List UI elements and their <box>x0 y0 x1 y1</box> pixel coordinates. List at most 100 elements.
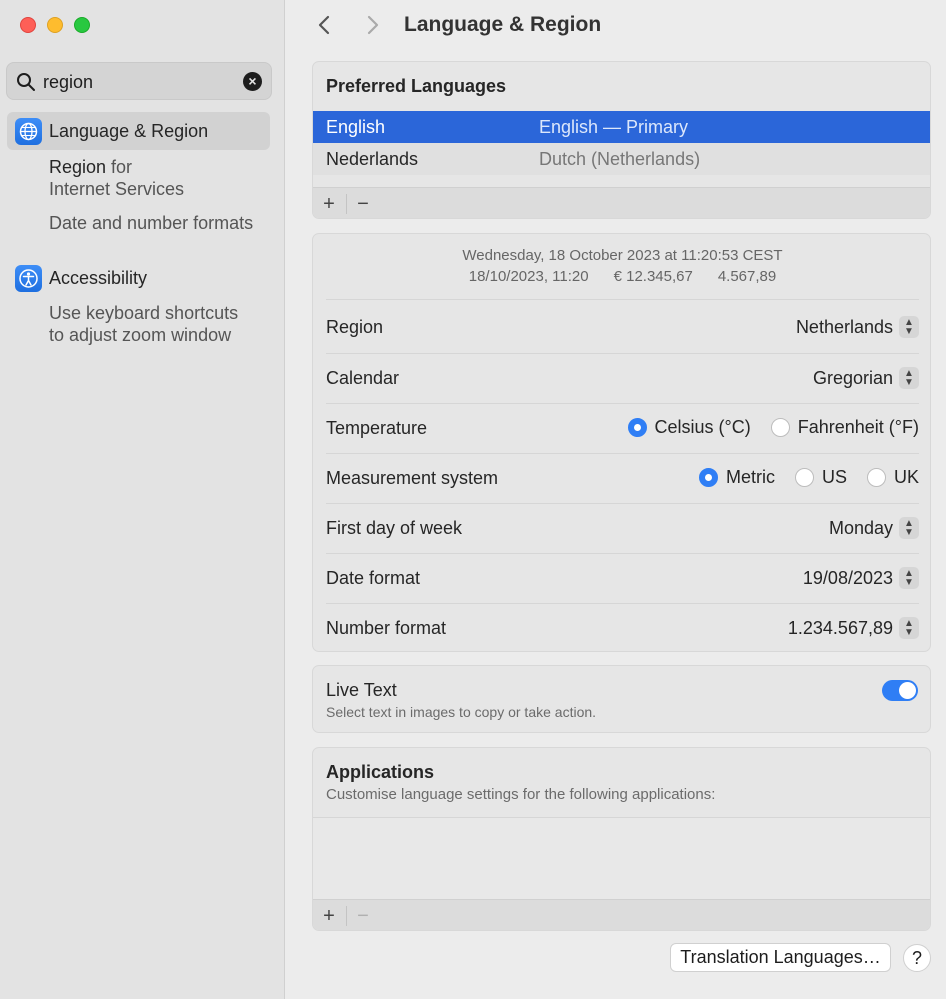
main-pane: Language & Region Preferred Languages En… <box>286 0 946 999</box>
applications-description: Customise language settings for the foll… <box>326 786 716 803</box>
celsius-radio[interactable]: Celsius (°C) <box>627 417 751 438</box>
calendar-popup[interactable]: Gregorian ▲ ▼ <box>813 365 919 391</box>
sidebar-subitem-date-number-formats[interactable]: Date and number formats <box>49 212 253 234</box>
row-label: Date format <box>326 568 421 588</box>
chevron-updown-icon: ▲ ▼ <box>899 517 919 539</box>
radio-dot <box>770 418 790 437</box>
search-field[interactable]: region × <box>6 62 272 100</box>
radio-label: Metric <box>725 467 775 487</box>
language-detail: Dutch (Netherlands) <box>539 149 701 169</box>
live-text-description: Select text in images to copy or take ac… <box>326 704 597 720</box>
chevron-updown-icon: ▲ ▼ <box>899 567 919 589</box>
sidebar-item-accessibility[interactable]: Accessibility <box>7 259 270 297</box>
format-preview-date: Wednesday, 18 October 2023 at 11:20:53 C… <box>462 247 783 264</box>
sidebar-item-label: Accessibility <box>49 268 148 288</box>
globe-icon <box>15 118 42 145</box>
zoom-window-button[interactable] <box>74 17 90 33</box>
fahrenheit-radio[interactable]: Fahrenheit (°F) <box>770 417 919 438</box>
chevron-updown-icon: ▲ ▼ <box>899 617 919 639</box>
applications-card: Applications Customise language settings… <box>312 747 931 931</box>
chevron-updown-icon: ▲ ▼ <box>899 367 919 389</box>
row-label: Temperature <box>326 418 428 438</box>
metric-radio[interactable]: Metric <box>698 467 775 488</box>
clear-search-icon[interactable]: × <box>243 72 262 91</box>
subitem-text: Use keyboard shortcuts <box>49 303 239 323</box>
live-text-card: Live Text Select text in images to copy … <box>312 665 931 733</box>
remove-application-button[interactable]: − <box>348 903 378 929</box>
radio-label: Celsius (°C) <box>654 417 751 437</box>
row-label: Calendar <box>326 368 400 388</box>
radio-dot <box>627 418 647 437</box>
chevron-left-icon <box>318 15 330 35</box>
applications-toolbar: + − <box>313 899 930 930</box>
accessibility-icon <box>15 265 42 292</box>
us-radio[interactable]: US <box>794 467 847 488</box>
section-title: Applications <box>326 762 435 782</box>
radio-label: Fahrenheit (°F) <box>797 417 919 437</box>
sidebar-item-language-region[interactable]: Language & Region <box>7 112 270 150</box>
number-format-popup[interactable]: 1.234.567,89 ▲ ▼ <box>788 615 919 641</box>
remove-language-button[interactable]: − <box>348 191 378 217</box>
popup-value: Gregorian <box>812 367 893 388</box>
number-format-row: Number format 1.234.567,89 ▲ ▼ <box>326 603 919 651</box>
subitem-text: Date and number formats <box>49 213 254 233</box>
temperature-radio-group: Celsius (°C) Fahrenheit (°F) <box>608 417 919 438</box>
language-row-nederlands[interactable]: Nederlands Dutch (Netherlands) <box>313 143 930 175</box>
uk-radio[interactable]: UK <box>866 467 919 488</box>
date-format-row: Date format 19/08/2023 ▲ ▼ <box>326 553 919 603</box>
popup-value: 19/08/2023 <box>802 567 893 588</box>
minimize-window-button[interactable] <box>47 17 63 33</box>
popup-value: 1.234.567,89 <box>787 617 893 638</box>
region-popup[interactable]: Netherlands ▲ ▼ <box>796 314 919 340</box>
measurement-radio-group: Metric US UK <box>679 467 919 488</box>
subitem-text: for <box>106 157 133 177</box>
toolbar-divider <box>346 194 347 214</box>
radio-dot <box>794 468 814 487</box>
help-button[interactable]: ? <box>903 944 931 972</box>
first-day-row: First day of week Monday ▲ ▼ <box>326 503 919 553</box>
temperature-row: Temperature Celsius (°C) Fahrenheit (°F) <box>326 403 919 453</box>
radio-dot <box>866 468 886 487</box>
first-day-popup[interactable]: Monday ▲ ▼ <box>829 515 919 541</box>
radio-label: US <box>821 467 847 487</box>
language-name: Nederlands <box>326 149 419 169</box>
chevron-updown-icon: ▲ ▼ <box>899 316 919 338</box>
radio-dot <box>698 468 718 487</box>
live-text-title: Live Text <box>326 680 397 700</box>
add-application-button[interactable]: + <box>314 903 344 929</box>
subitem-text: Internet Services <box>49 179 185 199</box>
language-row-english[interactable]: English English — Primary <box>313 111 930 143</box>
add-language-button[interactable]: + <box>314 191 344 217</box>
region-formats-card: Wednesday, 18 October 2023 at 11:20:53 C… <box>312 233 931 652</box>
calendar-row: Calendar Gregorian ▲ ▼ <box>326 353 919 403</box>
back-button[interactable] <box>312 12 338 38</box>
row-label: Region <box>326 317 384 337</box>
search-icon <box>17 73 35 91</box>
sidebar-subitem-region-internet-services[interactable]: Region for Internet Services <box>49 156 184 200</box>
popup-value: Monday <box>828 517 893 538</box>
row-label: Measurement system <box>326 468 499 488</box>
live-text-toggle[interactable] <box>882 680 918 701</box>
sidebar-subitem-zoom-shortcuts[interactable]: Use keyboard shortcuts to adjust zoom wi… <box>49 302 238 346</box>
popup-value: Netherlands <box>795 316 893 337</box>
close-window-button[interactable] <box>20 17 36 33</box>
sidebar: region × Language & Region Region for In… <box>0 0 285 999</box>
forward-button[interactable] <box>359 12 385 38</box>
preferred-languages-card: Preferred Languages English English — Pr… <box>312 61 931 219</box>
measurement-row: Measurement system Metric US UK <box>326 453 919 503</box>
language-list-toolbar: + − <box>313 187 930 218</box>
row-label: Number format <box>326 618 447 638</box>
region-row: Region Netherlands ▲ ▼ <box>326 299 919 353</box>
date-format-popup[interactable]: 19/08/2023 ▲ ▼ <box>803 565 919 591</box>
row-label: First day of week <box>326 518 463 538</box>
section-title: Preferred Languages <box>326 76 507 96</box>
language-name: English <box>326 117 386 137</box>
translation-languages-button[interactable]: Translation Languages… <box>670 943 891 972</box>
sidebar-item-label: Language & Region <box>49 121 209 141</box>
applications-list[interactable] <box>313 817 930 899</box>
language-detail: English — Primary <box>539 117 689 137</box>
chevron-right-icon <box>367 15 379 35</box>
format-preview-numbers: 18/10/2023, 11:20 € 12.345,67 4.567,89 <box>468 268 777 285</box>
toolbar-divider <box>346 906 347 926</box>
search-input[interactable]: region <box>43 72 93 93</box>
